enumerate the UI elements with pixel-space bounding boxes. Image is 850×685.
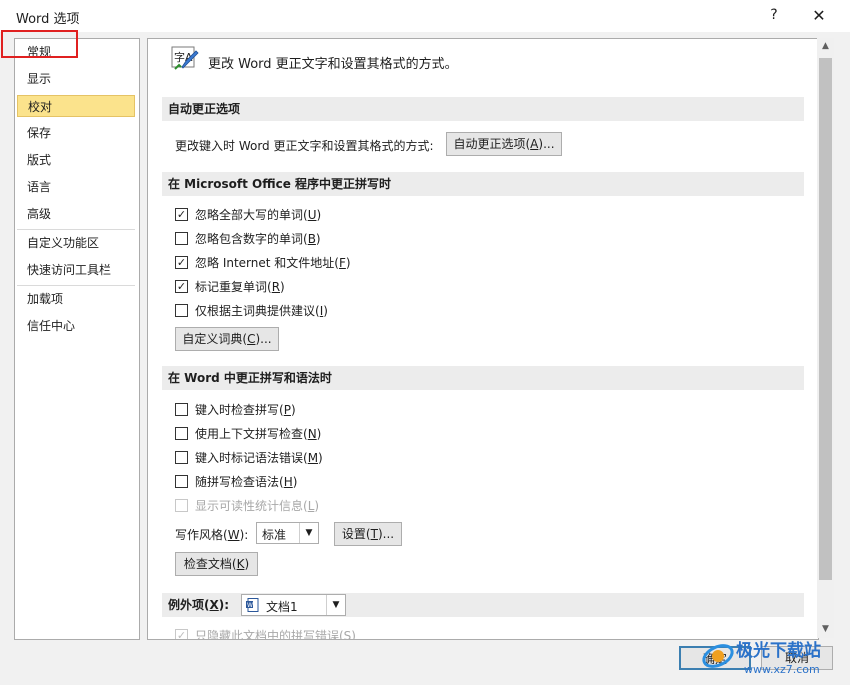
scrollbar-thumb[interactable] bbox=[819, 58, 832, 580]
close-button[interactable]: ✕ bbox=[808, 5, 830, 27]
checkbox[interactable] bbox=[175, 451, 188, 464]
exceptions-document-select[interactable]: W 文档1 ▼ bbox=[241, 594, 346, 616]
word-document-icon: W bbox=[246, 598, 260, 615]
svg-text:W: W bbox=[247, 602, 253, 609]
nav-item-language[interactable]: 语言 bbox=[17, 176, 135, 198]
nav-item-trust-center[interactable]: 信任中心 bbox=[17, 315, 135, 337]
chevron-down-icon[interactable]: ▼ bbox=[299, 523, 318, 543]
help-button[interactable]: ? bbox=[764, 5, 784, 25]
nav-item-quick-access-toolbar[interactable]: 快速访问工具栏 bbox=[17, 259, 135, 281]
checkbox-disabled bbox=[175, 499, 188, 512]
custom-dictionaries-button[interactable]: 自定义词典(C)... bbox=[175, 327, 279, 351]
nav-divider bbox=[17, 285, 135, 286]
nav-item-advanced[interactable]: 高级 bbox=[17, 203, 135, 225]
section-autocorrect: 自动更正选项 bbox=[162, 97, 804, 121]
word-options-dialog: Word 选项 ? ✕ 常规 显示 校对 保存 版式 语言 高级 自定义功能区 … bbox=[0, 0, 850, 685]
highlight-annotation-box bbox=[1, 30, 78, 58]
section-office-spelling: 在 Microsoft Office 程序中更正拼写时 bbox=[162, 172, 804, 196]
checkbox-checked[interactable]: ✓ bbox=[175, 280, 188, 293]
nav-divider bbox=[17, 229, 135, 230]
watermark-logo: 极光下载站 www.xz7.com bbox=[700, 634, 845, 680]
checkbox[interactable] bbox=[175, 427, 188, 440]
dialog-title: Word 选项 bbox=[16, 12, 80, 27]
checkbox-checked[interactable]: ✓ bbox=[175, 208, 188, 221]
checkbox-checked[interactable]: ✓ bbox=[175, 256, 188, 269]
settings-button[interactable]: 设置(T)... bbox=[334, 522, 402, 546]
autocorrect-options-button[interactable]: 自动更正选项(A)... bbox=[446, 132, 562, 156]
proofing-abc-icon: 字A bbox=[171, 46, 199, 72]
exceptions-document-value: 文档1 bbox=[266, 600, 298, 614]
svg-text:www.xz7.com: www.xz7.com bbox=[744, 663, 820, 676]
category-nav: 常规 显示 校对 保存 版式 语言 高级 自定义功能区 快速访问工具栏 加载项 … bbox=[14, 38, 140, 640]
nav-item-typography[interactable]: 版式 bbox=[17, 149, 135, 171]
page-description: 更改 Word 更正文字和设置其格式的方式。 bbox=[208, 57, 458, 72]
recheck-document-button[interactable]: 检查文档(K) bbox=[175, 552, 258, 576]
writing-style-value: 标准 bbox=[262, 528, 287, 542]
nav-item-display[interactable]: 显示 bbox=[17, 68, 135, 90]
checkbox[interactable] bbox=[175, 304, 188, 317]
writing-style-label: 写作风格(W): bbox=[175, 528, 249, 542]
checkbox[interactable] bbox=[175, 475, 188, 488]
autocorrect-label: 更改键入时 Word 更正文字和设置其格式的方式: bbox=[175, 139, 434, 153]
checkbox[interactable] bbox=[175, 403, 188, 416]
section-word-spelling: 在 Word 中更正拼写和语法时 bbox=[162, 366, 804, 390]
vertical-scrollbar[interactable]: ▲ ▼ bbox=[817, 38, 834, 638]
nav-item-addins[interactable]: 加载项 bbox=[17, 288, 135, 310]
proofing-content-panel: 字A 更改 Word 更正文字和设置其格式的方式。 自动更正选项 更改键入时 W… bbox=[147, 38, 819, 640]
title-bar: Word 选项 ? ✕ bbox=[0, 0, 850, 32]
nav-item-customize-ribbon[interactable]: 自定义功能区 bbox=[17, 232, 135, 254]
chevron-down-icon[interactable]: ▼ bbox=[326, 595, 345, 615]
nav-item-save[interactable]: 保存 bbox=[17, 122, 135, 144]
hide-spelling-errors-label: 只隐藏此文档中的拼写错误(S) bbox=[195, 629, 356, 640]
nav-item-proofing[interactable]: 校对 bbox=[17, 95, 135, 117]
scroll-up-arrow-icon[interactable]: ▲ bbox=[817, 38, 834, 55]
checkbox[interactable] bbox=[175, 232, 188, 245]
writing-style-select[interactable]: 标准 ▼ bbox=[256, 522, 319, 544]
checkbox-disabled-checked: ✓ bbox=[175, 629, 188, 640]
svg-text:极光下载站: 极光下载站 bbox=[736, 640, 821, 661]
